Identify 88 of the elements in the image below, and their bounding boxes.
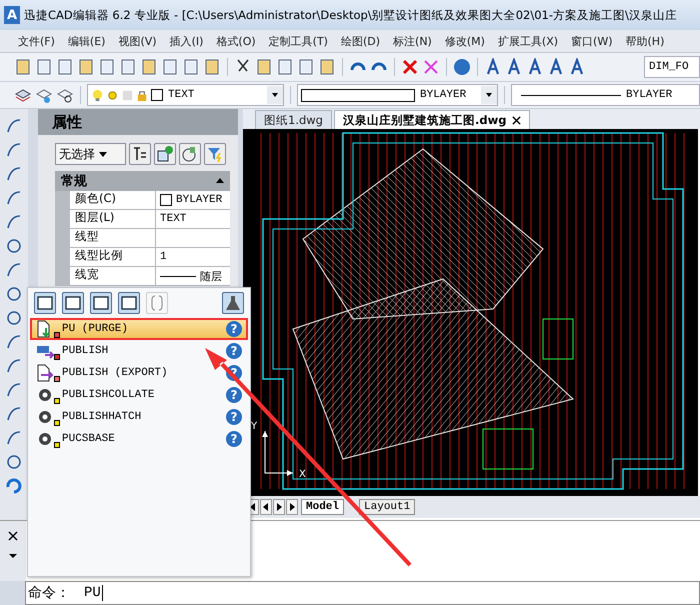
menu-item[interactable]: 标注(N) <box>393 34 432 48</box>
text-style-field[interactable]: DIM_FO <box>644 56 700 78</box>
command-name: PUBLISH (EXPORT) <box>62 367 169 379</box>
property-value: 1 <box>160 251 167 263</box>
toggle-pickadd-icon[interactable] <box>129 143 151 165</box>
ucs-icon <box>262 430 294 476</box>
command-suggestion[interactable]: PU (PURGE) ? <box>30 318 248 340</box>
selection-dropdown[interactable]: 无选择 <box>55 143 126 165</box>
axis-label: X <box>299 469 306 480</box>
property-name: 图层(L) <box>70 210 156 228</box>
lightbulb-icon <box>91 88 104 102</box>
command-input[interactable]: 命令： PU <box>25 581 700 605</box>
command-name: PUCSBASE <box>62 433 116 445</box>
menu-item[interactable]: 文件(F) <box>18 34 55 48</box>
command-text: PU <box>84 585 103 601</box>
color-name: BYLAYER <box>420 89 466 101</box>
layout-tab[interactable]: Model <box>301 499 344 515</box>
select-objects-icon[interactable] <box>154 143 176 165</box>
menu-item[interactable]: 格式(O) <box>216 34 256 48</box>
tab-scroll-icon[interactable] <box>260 499 272 515</box>
export-document-icon <box>36 364 54 382</box>
menu-item[interactable]: 绘图(D) <box>340 34 380 48</box>
linetype-name: BYLAYER <box>626 89 672 101</box>
property-name: 线型 <box>70 229 156 247</box>
panel-title: 属性 <box>38 109 238 135</box>
sun-icon <box>106 88 119 102</box>
window-icon[interactable] <box>34 292 56 314</box>
braces-icon[interactable] <box>146 292 168 314</box>
menu-item[interactable]: 视图(V) <box>118 34 157 48</box>
axis-label: Y <box>251 421 258 432</box>
help-button[interactable]: ? <box>226 409 242 425</box>
clear-icon[interactable] <box>422 58 440 76</box>
menu-item[interactable]: 编辑(E) <box>68 34 106 48</box>
menu-item[interactable]: 窗口(W) <box>571 34 613 48</box>
command-prompt: 命令： <box>28 584 70 602</box>
text-icon[interactable] <box>505 58 523 76</box>
app-logo-icon: A <box>4 6 20 24</box>
text-style-icon[interactable] <box>484 58 502 76</box>
lock-icon <box>136 88 149 102</box>
command-suggestion[interactable]: PUBLISHCOLLATE ? <box>30 384 248 406</box>
color-dropdown[interactable]: BYLAYER <box>297 84 498 106</box>
property-name: 颜色(C) <box>70 191 156 209</box>
document-tab[interactable]: 图纸1.dwg <box>255 110 332 129</box>
layout-tab[interactable]: Layout1 <box>359 499 416 515</box>
window-title: 迅捷CAD编辑器 6.2 专业版 - [C:\Users\Administrator\Desktop\别墅设计图纸及效果图大全02\01-方案及施工图\汉泉山庄 <box>24 8 677 22</box>
property-name: 线型比例 <box>70 248 156 266</box>
delete-icon[interactable] <box>401 58 419 76</box>
color-swatch <box>151 89 163 101</box>
text-find-icon[interactable] <box>568 58 586 76</box>
spline-icon[interactable] <box>5 189 23 207</box>
dropdown-arrow-icon[interactable] <box>8 551 18 561</box>
color-swatch <box>160 194 172 206</box>
property-name: 线宽 <box>70 267 156 285</box>
section-title: 常规 <box>61 173 87 190</box>
layer-dropdown[interactable]: TEXT <box>87 84 284 106</box>
circle-icon[interactable] <box>5 237 23 255</box>
text-pen-icon[interactable] <box>547 58 565 76</box>
menu-item[interactable]: 插入(I) <box>170 34 204 48</box>
command-suggestion[interactable]: PUBLISHHATCH ? <box>30 406 248 428</box>
flask-icon[interactable] <box>222 292 244 314</box>
text-edit-icon[interactable] <box>526 58 544 76</box>
menu-item[interactable]: 扩展工具(X) <box>498 34 558 48</box>
tab-scroll-icon[interactable] <box>273 499 285 515</box>
command-suggestion[interactable]: PUCSBASE ? <box>30 428 248 450</box>
property-value: 随层 <box>200 270 222 284</box>
tab-scroll-icon[interactable] <box>286 499 298 515</box>
command-name: PUBLISHHATCH <box>62 411 142 423</box>
rotate-icon[interactable] <box>5 477 23 495</box>
quick-select-icon[interactable] <box>179 143 201 165</box>
menu-item[interactable]: 帮助(H) <box>626 34 664 48</box>
menu-item[interactable]: 定制工具(T) <box>268 34 328 48</box>
command-name: PU (PURGE) <box>62 323 130 335</box>
help-button[interactable]: ? <box>226 387 242 403</box>
property-value: BYLAYER <box>176 194 222 206</box>
command-name: PUBLISH <box>62 345 110 357</box>
property-value: TEXT <box>160 213 186 225</box>
linetype-dropdown[interactable]: BYLAYER <box>511 84 700 106</box>
menu-item[interactable]: 修改(M) <box>444 34 485 48</box>
help-button[interactable]: ? <box>226 431 242 447</box>
document-tab[interactable]: 汉泉山庄别墅建筑施工图.dwg <box>334 110 530 129</box>
close-icon[interactable] <box>512 116 522 124</box>
command-name: PUBLISHCOLLATE <box>62 389 156 401</box>
arc-icon[interactable] <box>5 261 23 279</box>
section-header[interactable]: 常规 <box>55 171 230 191</box>
help-button[interactable]: ? <box>226 321 242 337</box>
layer-name: TEXT <box>168 89 194 101</box>
help-button[interactable]: ? <box>226 343 242 359</box>
close-icon[interactable] <box>8 531 18 541</box>
